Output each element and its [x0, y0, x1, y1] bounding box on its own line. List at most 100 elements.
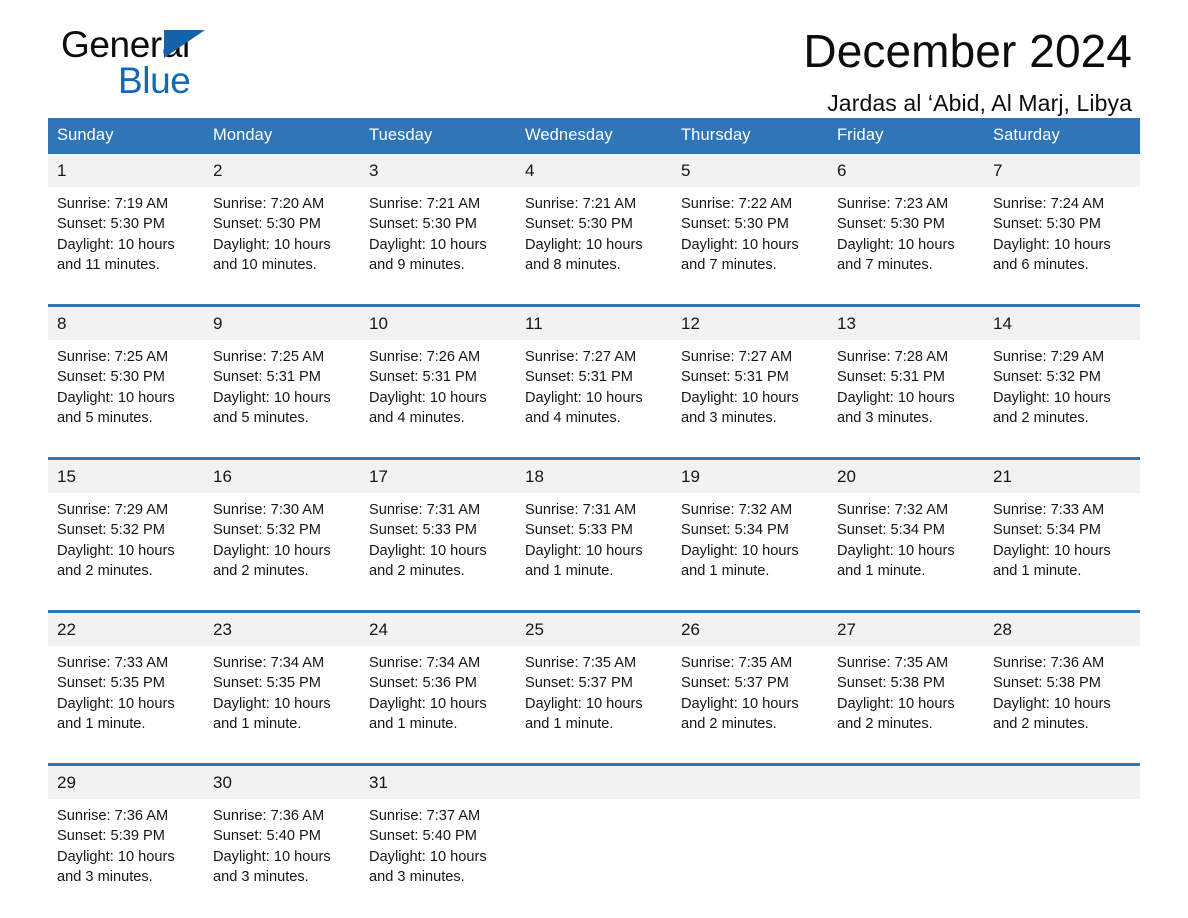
daylight-text-line1: Daylight: 10 hours	[213, 695, 331, 712]
sunrise-text: Sunrise: 7:34 AM	[369, 655, 481, 671]
day-cell-27-number[interactable]: 27	[828, 613, 984, 646]
day-cell-23-info: Sunrise: 7:34 AM Sunset: 5:35 PM Dayligh…	[204, 646, 360, 745]
sunset-text: Sunset: 5:31 PM	[837, 369, 945, 386]
daylight-text-line2: and 1 minute.	[57, 715, 146, 732]
weekday-header-saturday: Saturday	[984, 118, 1140, 154]
day-cell-7-number[interactable]: 7	[984, 154, 1140, 187]
sunset-text: Sunset: 5:37 PM	[681, 675, 789, 692]
daylight-text-line2: and 1 minute.	[993, 562, 1082, 579]
daylight-text-line2: and 1 minute.	[369, 715, 458, 732]
sunrise-text: Sunrise: 7:22 AM	[681, 196, 793, 212]
sunset-text: Sunset: 5:30 PM	[993, 216, 1101, 233]
day-cell-22-number[interactable]: 22	[48, 613, 204, 646]
daylight-text-line1: Daylight: 10 hours	[525, 389, 643, 406]
sunrise-text: Sunrise: 7:21 AM	[369, 196, 481, 212]
day-cell-21-info: Sunrise: 7:33 AM Sunset: 5:34 PM Dayligh…	[984, 493, 1140, 592]
sunset-text: Sunset: 5:33 PM	[525, 522, 633, 539]
day-cell-15-number[interactable]: 15	[48, 460, 204, 493]
day-cell-4-number[interactable]: 4	[516, 154, 672, 187]
daylight-text-line1: Daylight: 10 hours	[57, 236, 175, 253]
day-cell-25-number[interactable]: 25	[516, 613, 672, 646]
day-cell-20-number[interactable]: 20	[828, 460, 984, 493]
day-cell-3-number[interactable]: 3	[360, 154, 516, 187]
day-cell-10-number[interactable]: 10	[360, 307, 516, 340]
day-cell-24-number[interactable]: 24	[360, 613, 516, 646]
sunrise-text: Sunrise: 7:30 AM	[213, 502, 325, 518]
day-cell-20-info: Sunrise: 7:32 AM Sunset: 5:34 PM Dayligh…	[828, 493, 984, 592]
day-cell-18-number[interactable]: 18	[516, 460, 672, 493]
day-cell-31-number[interactable]: 31	[360, 766, 516, 799]
day-cell-30-number[interactable]: 30	[204, 766, 360, 799]
daylight-text-line1: Daylight: 10 hours	[213, 848, 331, 865]
day-cell-11-number[interactable]: 11	[516, 307, 672, 340]
daylight-text-line1: Daylight: 10 hours	[681, 695, 799, 712]
weekday-header-sunday: Sunday	[48, 118, 204, 154]
day-cell-29-number[interactable]: 29	[48, 766, 204, 799]
daylight-text-line2: and 2 minutes.	[57, 562, 153, 579]
daylight-text-line2: and 1 minute.	[837, 562, 926, 579]
daylight-text-line1: Daylight: 10 hours	[57, 389, 175, 406]
daylight-text-line1: Daylight: 10 hours	[837, 695, 955, 712]
daylight-text-line2: and 2 minutes.	[993, 715, 1089, 732]
sunset-text: Sunset: 5:34 PM	[837, 522, 945, 539]
day-cell-8-number[interactable]: 8	[48, 307, 204, 340]
daylight-text-line1: Daylight: 10 hours	[837, 542, 955, 559]
daylight-text-line1: Daylight: 10 hours	[57, 695, 175, 712]
week-3-daynumber-row: 15 16 17 18 19 20 21	[48, 460, 1140, 493]
calendar-body: 1 2 3 4 5 6 7 Sunrise: 7:19 AM Sunset: 5…	[48, 154, 1140, 898]
sunrise-text: Sunrise: 7:20 AM	[213, 196, 325, 212]
daylight-text-line2: and 2 minutes.	[837, 715, 933, 732]
day-cell-30-info: Sunrise: 7:36 AM Sunset: 5:40 PM Dayligh…	[204, 799, 360, 898]
daylight-text-line2: and 7 minutes.	[681, 256, 777, 273]
daylight-text-line2: and 2 minutes.	[993, 409, 1089, 426]
daylight-text-line1: Daylight: 10 hours	[525, 236, 643, 253]
weekday-header-wednesday: Wednesday	[516, 118, 672, 154]
sunset-text: Sunset: 5:35 PM	[213, 675, 321, 692]
day-cell-9-number[interactable]: 9	[204, 307, 360, 340]
sunrise-text: Sunrise: 7:28 AM	[837, 349, 949, 365]
day-cell-1-number[interactable]: 1	[48, 154, 204, 187]
day-cell-16-number[interactable]: 16	[204, 460, 360, 493]
daylight-text-line2: and 5 minutes.	[57, 409, 153, 426]
day-cell-14-number[interactable]: 14	[984, 307, 1140, 340]
daylight-text-line2: and 3 minutes.	[57, 868, 153, 885]
day-cell-26-number[interactable]: 26	[672, 613, 828, 646]
logo-text-blue: Blue	[118, 60, 191, 101]
daylight-text-line2: and 1 minute.	[681, 562, 770, 579]
daylight-text-line2: and 5 minutes.	[213, 409, 309, 426]
sunrise-text: Sunrise: 7:29 AM	[993, 349, 1105, 365]
sunset-text: Sunset: 5:34 PM	[993, 522, 1101, 539]
sunset-text: Sunset: 5:38 PM	[993, 675, 1101, 692]
sunset-text: Sunset: 5:31 PM	[369, 369, 477, 386]
day-cell-empty-1-info	[516, 799, 672, 898]
day-cell-12-number[interactable]: 12	[672, 307, 828, 340]
day-cell-4-info: Sunrise: 7:21 AM Sunset: 5:30 PM Dayligh…	[516, 187, 672, 286]
week-gap-4	[48, 745, 1140, 763]
day-cell-6-number[interactable]: 6	[828, 154, 984, 187]
sunrise-text: Sunrise: 7:32 AM	[681, 502, 793, 518]
sunrise-text: Sunrise: 7:31 AM	[369, 502, 481, 518]
day-cell-28-number[interactable]: 28	[984, 613, 1140, 646]
sunset-text: Sunset: 5:32 PM	[213, 522, 321, 539]
sunrise-text: Sunrise: 7:29 AM	[57, 502, 169, 518]
day-cell-29-info: Sunrise: 7:36 AM Sunset: 5:39 PM Dayligh…	[48, 799, 204, 898]
day-cell-5-number[interactable]: 5	[672, 154, 828, 187]
day-cell-19-number[interactable]: 19	[672, 460, 828, 493]
day-cell-13-number[interactable]: 13	[828, 307, 984, 340]
sunrise-text: Sunrise: 7:21 AM	[525, 196, 637, 212]
week-gap-3	[48, 592, 1140, 610]
sunset-text: Sunset: 5:31 PM	[525, 369, 633, 386]
week-2-daynumber-row: 8 9 10 11 12 13 14	[48, 307, 1140, 340]
day-cell-17-number[interactable]: 17	[360, 460, 516, 493]
day-cell-5-info: Sunrise: 7:22 AM Sunset: 5:30 PM Dayligh…	[672, 187, 828, 286]
general-blue-logo: General Blue	[61, 14, 321, 104]
daylight-text-line1: Daylight: 10 hours	[681, 542, 799, 559]
sunrise-text: Sunrise: 7:31 AM	[525, 502, 637, 518]
day-cell-21-number[interactable]: 21	[984, 460, 1140, 493]
day-cell-13-info: Sunrise: 7:28 AM Sunset: 5:31 PM Dayligh…	[828, 340, 984, 439]
day-cell-2-info: Sunrise: 7:20 AM Sunset: 5:30 PM Dayligh…	[204, 187, 360, 286]
daylight-text-line1: Daylight: 10 hours	[681, 389, 799, 406]
day-cell-2-number[interactable]: 2	[204, 154, 360, 187]
day-cell-23-number[interactable]: 23	[204, 613, 360, 646]
day-cell-27-info: Sunrise: 7:35 AM Sunset: 5:38 PM Dayligh…	[828, 646, 984, 745]
